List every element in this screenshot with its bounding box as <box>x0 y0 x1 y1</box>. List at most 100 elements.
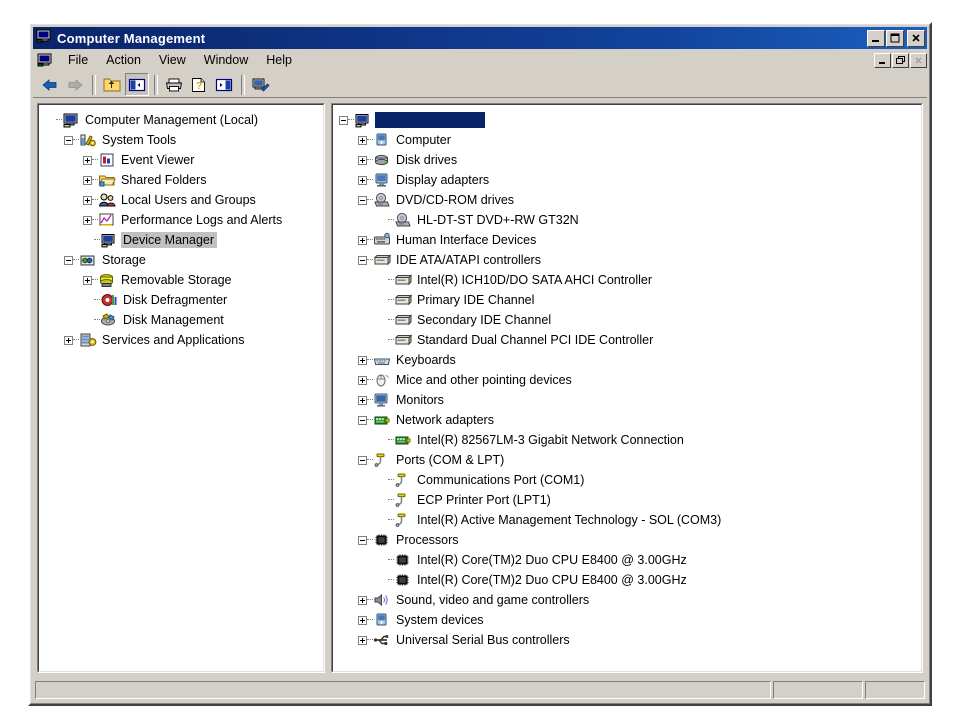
tree-item-disk-defragmenter[interactable]: Disk Defragmenter <box>39 290 323 310</box>
device-manager-pane[interactable]: Computer Disk drives Display adapters DVD/C… <box>331 103 923 673</box>
expand-plus-icon[interactable] <box>358 355 367 365</box>
device-category-ports-com-lpt[interactable]: Ports (COM & LPT) <box>333 450 921 470</box>
device-category-sound-video-and-game-controllers[interactable]: Sound, video and game controllers <box>333 590 921 610</box>
console-tree-pane[interactable]: Computer Management (Local) System Tools E… <box>37 103 325 673</box>
properties-button[interactable] <box>212 73 236 96</box>
expand-plus-icon[interactable] <box>83 155 92 165</box>
collapse-minus-icon[interactable] <box>64 255 73 265</box>
menu-help[interactable]: Help <box>257 51 301 69</box>
device-category-ide-ata-atapi-controllers[interactable]: IDE ATA/ATAPI controllers <box>333 250 921 270</box>
expand-plus-icon[interactable] <box>358 595 367 605</box>
tree-item-label: Ports (COM & LPT) <box>396 453 505 467</box>
forward-button[interactable] <box>63 73 87 96</box>
disk-management-icon <box>100 312 118 328</box>
print-button[interactable] <box>162 73 186 96</box>
device-item-secondary-ide-channel[interactable]: Secondary IDE Channel <box>333 310 921 330</box>
device-category-mice-and-other-pointing-devices[interactable]: Mice and other pointing devices <box>333 370 921 390</box>
services-apps-icon <box>79 332 97 348</box>
up-one-level-button[interactable] <box>100 73 124 96</box>
shared-folders-icon <box>98 172 116 188</box>
tree-item-event-viewer[interactable]: Event Viewer <box>39 150 323 170</box>
back-button[interactable] <box>38 73 62 96</box>
collapse-minus-icon[interactable] <box>358 535 367 545</box>
device-category-display-adapters[interactable]: Display adapters <box>333 170 921 190</box>
tree-item-removable-storage[interactable]: Removable Storage <box>39 270 323 290</box>
ide-controller-icon <box>394 292 412 308</box>
tree-item-performance-logs-and-alerts[interactable]: Performance Logs and Alerts <box>39 210 323 230</box>
console-tree[interactable]: Computer Management (Local) System Tools E… <box>39 105 323 350</box>
device-item-standard-dual-channel-pci-ide-controller[interactable]: Standard Dual Channel PCI IDE Controller <box>333 330 921 350</box>
device-item-intel-82567lm-3-gigabit-network-connection[interactable]: Intel(R) 82567LM-3 Gigabit Network Conne… <box>333 430 921 450</box>
device-category-dvd-cd-rom-drives[interactable]: DVD/CD-ROM drives <box>333 190 921 210</box>
device-category-processors[interactable]: Processors <box>333 530 921 550</box>
tree-item-system-tools[interactable]: System Tools <box>39 130 323 150</box>
window-minimize-button[interactable] <box>867 29 885 47</box>
device-category-computer[interactable]: Computer <box>333 130 921 150</box>
collapse-minus-icon[interactable] <box>64 135 73 145</box>
tree-item-local-users-and-groups[interactable]: Local Users and Groups <box>39 190 323 210</box>
expand-plus-icon[interactable] <box>358 615 367 625</box>
device-category-human-interface-devices[interactable]: Human Interface Devices <box>333 230 921 250</box>
device-category-keyboards[interactable]: Keyboards <box>333 350 921 370</box>
expand-plus-icon[interactable] <box>64 335 73 345</box>
collapse-minus-icon[interactable] <box>358 415 367 425</box>
expand-plus-icon[interactable] <box>358 375 367 385</box>
menu-action[interactable]: Action <box>97 51 150 69</box>
collapse-minus-icon[interactable] <box>358 255 367 265</box>
help-button[interactable]: ? <box>187 73 211 96</box>
tree-item-label: Keyboards <box>396 353 456 367</box>
collapse-minus-icon[interactable] <box>358 195 367 205</box>
expand-plus-icon[interactable] <box>83 275 92 285</box>
expand-plus-icon[interactable] <box>358 235 367 245</box>
device-category-universal-serial-bus-controllers[interactable]: Universal Serial Bus controllers <box>333 630 921 650</box>
tree-item-label: Disk Defragmenter <box>123 293 228 307</box>
tree-item-services-and-applications[interactable]: Services and Applications <box>39 330 323 350</box>
device-item-hl-dt-st-dvd-rw-gt32n[interactable]: HL-DT-ST DVD+-RW GT32N <box>333 210 921 230</box>
mdi-close-button[interactable] <box>910 52 927 68</box>
device-item-processor-0[interactable]: Intel(R) Core(TM)2 Duo CPU E8400 @ 3.00G… <box>333 550 921 570</box>
scan-hardware-changes-button[interactable] <box>249 73 273 96</box>
device-manager-tree[interactable]: Computer Disk drives Display adapters DVD/C… <box>333 105 921 650</box>
device-category-disk-drives[interactable]: Disk drives <box>333 150 921 170</box>
mdi-minimize-button[interactable] <box>874 52 891 68</box>
device-item-communications-port-com1[interactable]: Communications Port (COM1) <box>333 470 921 490</box>
mouse-icon <box>373 372 391 388</box>
menu-file[interactable]: File <box>59 51 97 69</box>
menu-view[interactable]: View <box>150 51 195 69</box>
expand-plus-icon[interactable] <box>358 635 367 645</box>
tree-item-computer-management-local[interactable]: Computer Management (Local) <box>39 110 323 130</box>
device-item-ecp-printer-port-lpt1[interactable]: ECP Printer Port (LPT1) <box>333 490 921 510</box>
show-hide-console-tree-button[interactable] <box>125 73 149 96</box>
status-bar <box>33 679 927 701</box>
device-category-system-devices[interactable]: System devices <box>333 610 921 630</box>
expand-plus-icon[interactable] <box>358 135 367 145</box>
window-close-button[interactable] <box>907 29 925 47</box>
device-item-intel-amt-sol-com3[interactable]: Intel(R) Active Management Technology - … <box>333 510 921 530</box>
hid-icon <box>373 232 391 248</box>
expand-plus-icon[interactable] <box>358 155 367 165</box>
device-item-intel-ich10d-do-sata-ahci-controller[interactable]: Intel(R) ICH10D/DO SATA AHCI Controller <box>333 270 921 290</box>
tree-item-label: Network adapters <box>396 413 494 427</box>
tree-item-storage[interactable]: Storage <box>39 250 323 270</box>
device-tree-root-computer-name[interactable] <box>333 110 921 130</box>
device-category-monitors[interactable]: Monitors <box>333 390 921 410</box>
tree-item-device-manager[interactable]: Device Manager <box>39 230 323 250</box>
tree-item-label: Services and Applications <box>102 333 245 347</box>
tree-item-disk-management[interactable]: Disk Management <box>39 310 323 330</box>
menu-window[interactable]: Window <box>195 51 257 69</box>
expand-plus-icon[interactable] <box>358 175 367 185</box>
mdi-restore-button[interactable] <box>892 52 909 68</box>
window-maximize-button[interactable] <box>886 29 904 47</box>
expand-plus-icon[interactable] <box>83 215 92 225</box>
device-item-primary-ide-channel[interactable]: Primary IDE Channel <box>333 290 921 310</box>
device-category-network-adapters[interactable]: Network adapters <box>333 410 921 430</box>
keyboard-icon <box>373 352 391 368</box>
device-item-processor-1[interactable]: Intel(R) Core(TM)2 Duo CPU E8400 @ 3.00G… <box>333 570 921 590</box>
expand-plus-icon[interactable] <box>83 175 92 185</box>
tree-item-shared-folders[interactable]: Shared Folders <box>39 170 323 190</box>
collapse-minus-icon[interactable] <box>358 455 367 465</box>
collapse-minus-icon[interactable] <box>339 115 348 125</box>
ide-controller-icon <box>394 312 412 328</box>
expand-plus-icon[interactable] <box>83 195 92 205</box>
expand-plus-icon[interactable] <box>358 395 367 405</box>
